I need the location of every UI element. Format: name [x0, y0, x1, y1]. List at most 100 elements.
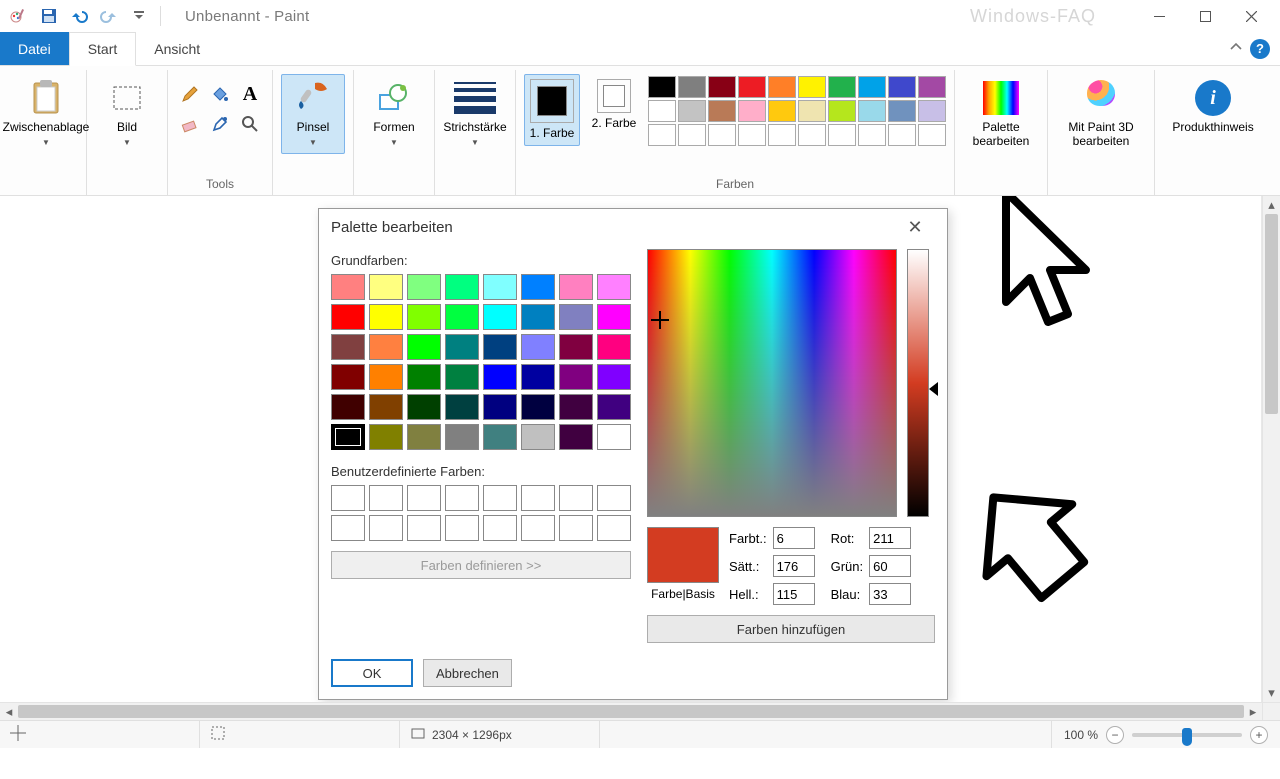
palette-swatch[interactable]: [648, 124, 676, 146]
palette-swatch[interactable]: [648, 76, 676, 98]
custom-color-slot[interactable]: [597, 485, 631, 511]
basic-colors-grid[interactable]: [331, 274, 631, 450]
basic-color-swatch[interactable]: [483, 394, 517, 420]
custom-color-slot[interactable]: [331, 485, 365, 511]
basic-color-swatch[interactable]: [331, 334, 365, 360]
palette-swatch[interactable]: [738, 100, 766, 122]
palette-swatch[interactable]: [888, 100, 916, 122]
palette-swatch[interactable]: [768, 124, 796, 146]
custom-color-slot[interactable]: [559, 515, 593, 541]
basic-color-swatch[interactable]: [407, 364, 441, 390]
basic-color-swatch[interactable]: [445, 424, 479, 450]
basic-color-swatch[interactable]: [445, 334, 479, 360]
canvas-area[interactable]: Palette bearbeiten ✕ Grundfarben: Benutz…: [0, 196, 1280, 702]
basic-color-swatch[interactable]: [483, 304, 517, 330]
picker-tool[interactable]: [206, 110, 234, 138]
palette-swatch[interactable]: [828, 76, 856, 98]
basic-color-swatch[interactable]: [559, 304, 593, 330]
dialog-close-button[interactable]: ✕: [895, 211, 935, 243]
palette-swatch[interactable]: [858, 76, 886, 98]
palette-swatch[interactable]: [648, 100, 676, 122]
fill-tool[interactable]: [206, 80, 234, 108]
custom-colors-grid[interactable]: [331, 485, 631, 541]
basic-color-swatch[interactable]: [407, 304, 441, 330]
palette-swatch[interactable]: [858, 100, 886, 122]
basic-color-swatch[interactable]: [559, 424, 593, 450]
brushes-button[interactable]: Pinsel▼: [281, 74, 345, 154]
basic-color-swatch[interactable]: [559, 274, 593, 300]
help-icon[interactable]: ?: [1250, 39, 1270, 59]
basic-color-swatch[interactable]: [445, 364, 479, 390]
custom-color-slot[interactable]: [483, 515, 517, 541]
scrollbar-thumb[interactable]: [1265, 214, 1278, 414]
palette-swatch[interactable]: [858, 124, 886, 146]
save-icon[interactable]: [36, 3, 62, 29]
basic-color-swatch[interactable]: [521, 424, 555, 450]
luminance-bar[interactable]: [907, 249, 929, 517]
palette-swatch[interactable]: [738, 76, 766, 98]
magnify-tool[interactable]: [236, 110, 264, 138]
shapes-button[interactable]: Formen▼: [362, 74, 426, 154]
basic-color-swatch[interactable]: [559, 394, 593, 420]
image-select-button[interactable]: Bild▼: [95, 74, 159, 154]
stroke-button[interactable]: Strichstärke▼: [443, 74, 507, 154]
paint3d-button[interactable]: Mit Paint 3D bearbeiten: [1056, 74, 1146, 154]
basic-color-swatch[interactable]: [369, 394, 403, 420]
palette-swatch[interactable]: [708, 76, 736, 98]
palette-swatch[interactable]: [798, 100, 826, 122]
basic-color-swatch[interactable]: [445, 304, 479, 330]
horizontal-scrollbar[interactable]: ◂ ▸: [0, 702, 1262, 720]
hue-input[interactable]: [773, 527, 815, 549]
palette-swatch[interactable]: [918, 76, 946, 98]
basic-color-swatch[interactable]: [597, 364, 631, 390]
basic-color-swatch[interactable]: [521, 304, 555, 330]
palette-swatch[interactable]: [678, 76, 706, 98]
basic-color-swatch[interactable]: [331, 274, 365, 300]
palette-swatch[interactable]: [738, 124, 766, 146]
custom-color-slot[interactable]: [369, 485, 403, 511]
palette-swatch[interactable]: [918, 124, 946, 146]
custom-color-slot[interactable]: [521, 515, 555, 541]
close-button[interactable]: [1228, 0, 1274, 32]
palette-swatch[interactable]: [828, 124, 856, 146]
basic-color-swatch[interactable]: [331, 304, 365, 330]
collapse-ribbon-icon[interactable]: [1230, 41, 1242, 56]
basic-color-swatch[interactable]: [483, 334, 517, 360]
maximize-button[interactable]: [1182, 0, 1228, 32]
add-color-button[interactable]: Farben hinzufügen: [647, 615, 935, 643]
basic-color-swatch[interactable]: [331, 424, 365, 450]
basic-color-swatch[interactable]: [597, 304, 631, 330]
basic-color-swatch[interactable]: [597, 274, 631, 300]
basic-color-swatch[interactable]: [597, 394, 631, 420]
basic-color-swatch[interactable]: [369, 424, 403, 450]
zoom-knob[interactable]: [1182, 728, 1192, 746]
basic-color-swatch[interactable]: [445, 394, 479, 420]
tab-file[interactable]: Datei: [0, 32, 69, 65]
lum-input[interactable]: [773, 583, 815, 605]
palette-swatch[interactable]: [798, 124, 826, 146]
clipboard-button[interactable]: Zwischenablage▼: [14, 74, 78, 154]
basic-color-swatch[interactable]: [369, 274, 403, 300]
basic-color-swatch[interactable]: [369, 364, 403, 390]
basic-color-swatch[interactable]: [407, 334, 441, 360]
basic-color-swatch[interactable]: [559, 364, 593, 390]
palette-swatch[interactable]: [708, 124, 736, 146]
color1-button[interactable]: 1. Farbe: [524, 74, 580, 146]
zoom-slider[interactable]: [1132, 733, 1242, 737]
red-input[interactable]: [869, 527, 911, 549]
custom-color-slot[interactable]: [483, 485, 517, 511]
palette-swatch[interactable]: [678, 124, 706, 146]
custom-color-slot[interactable]: [521, 485, 555, 511]
palette-swatch[interactable]: [678, 100, 706, 122]
product-button[interactable]: i Produkthinweis: [1163, 74, 1263, 140]
color-palette[interactable]: [648, 76, 946, 146]
basic-color-swatch[interactable]: [559, 334, 593, 360]
tab-view[interactable]: Ansicht: [136, 32, 218, 65]
basic-color-swatch[interactable]: [521, 364, 555, 390]
scrollbar-thumb-h[interactable]: [18, 705, 1244, 718]
basic-color-swatch[interactable]: [331, 394, 365, 420]
palette-swatch[interactable]: [798, 76, 826, 98]
pencil-tool[interactable]: [176, 80, 204, 108]
palette-swatch[interactable]: [708, 100, 736, 122]
color-gradient[interactable]: [647, 249, 897, 517]
